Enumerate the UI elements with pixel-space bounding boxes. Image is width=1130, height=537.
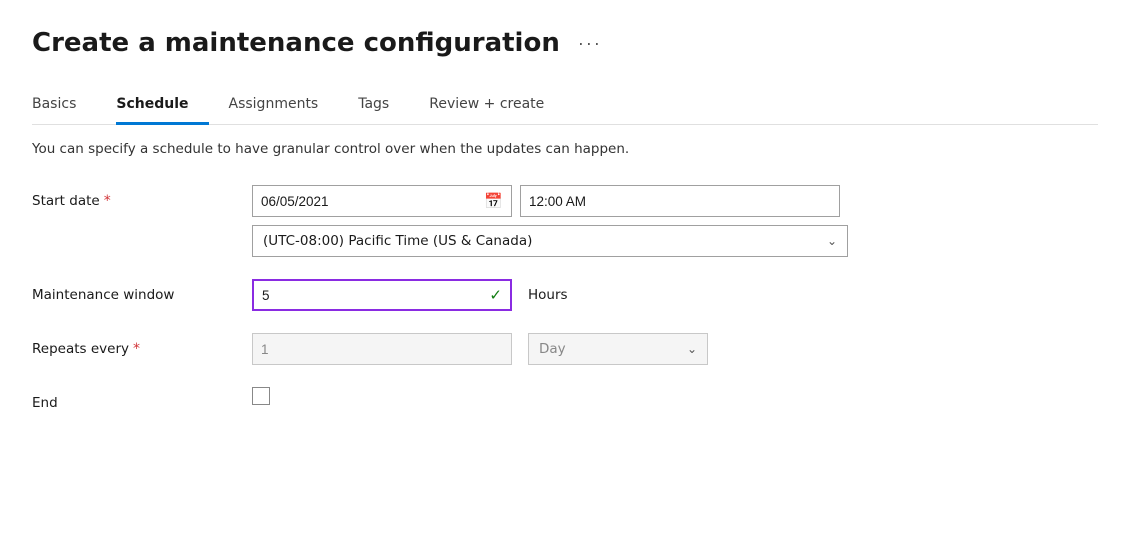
tab-tags[interactable]: Tags [358, 86, 409, 125]
repeats-unit-value: Day [539, 341, 566, 357]
repeats-every-controls: Day ⌄ [252, 333, 708, 365]
repeats-every-label: Repeats every * [32, 333, 252, 357]
start-date-time-row: 📅 [252, 185, 848, 217]
end-checkbox-wrapper [252, 387, 270, 405]
repeats-chevron-icon: ⌄ [687, 342, 697, 356]
tabs-nav: Basics Schedule Assignments Tags Review … [32, 86, 1098, 125]
end-controls [252, 387, 270, 405]
date-input[interactable] [253, 186, 476, 216]
repeats-every-input[interactable] [252, 333, 512, 365]
form-section: Start date * 📅 (UTC-08:00) Pacific Time … [32, 185, 1098, 411]
timezone-row: (UTC-08:00) Pacific Time (US & Canada) ⌄ [252, 225, 848, 257]
maintenance-window-input[interactable] [252, 279, 512, 311]
start-date-required-star: * [104, 193, 111, 209]
end-checkbox[interactable] [252, 387, 270, 405]
start-date-label: Start date * [32, 185, 252, 209]
start-date-controls: 📅 (UTC-08:00) Pacific Time (US & Canada)… [252, 185, 848, 257]
tab-review-create[interactable]: Review + create [429, 86, 564, 125]
repeats-every-row: Repeats every * Day ⌄ [32, 333, 1098, 365]
repeats-unit-dropdown[interactable]: Day ⌄ [528, 333, 708, 365]
maintenance-window-label: Maintenance window [32, 279, 252, 303]
start-date-row: Start date * 📅 (UTC-08:00) Pacific Time … [32, 185, 1098, 257]
page-title: Create a maintenance configuration [32, 28, 560, 58]
maintenance-window-row: Maintenance window ✓ Hours [32, 279, 1098, 311]
date-input-wrapper[interactable]: 📅 [252, 185, 512, 217]
tab-assignments[interactable]: Assignments [229, 86, 339, 125]
ellipsis-button[interactable]: ··· [572, 31, 608, 56]
time-input[interactable] [520, 185, 840, 217]
maintenance-input-wrapper: ✓ [252, 279, 512, 311]
end-row: End [32, 387, 1098, 411]
tab-basics[interactable]: Basics [32, 86, 96, 125]
repeats-every-input-row: Day ⌄ [252, 333, 708, 365]
timezone-value: (UTC-08:00) Pacific Time (US & Canada) [263, 233, 532, 249]
maintenance-window-controls: ✓ Hours [252, 279, 568, 311]
tab-schedule[interactable]: Schedule [116, 86, 208, 125]
timezone-dropdown[interactable]: (UTC-08:00) Pacific Time (US & Canada) ⌄ [252, 225, 848, 257]
maintenance-window-input-row: ✓ Hours [252, 279, 568, 311]
page-container: Create a maintenance configuration ··· B… [0, 0, 1130, 537]
chevron-down-icon: ⌄ [827, 234, 837, 248]
end-label: End [32, 387, 252, 411]
maintenance-window-unit: Hours [528, 287, 568, 303]
repeats-required-star: * [133, 341, 140, 357]
schedule-description: You can specify a schedule to have granu… [32, 141, 1098, 157]
page-header: Create a maintenance configuration ··· [32, 28, 1098, 58]
checkmark-icon: ✓ [489, 286, 502, 304]
calendar-icon[interactable]: 📅 [476, 192, 511, 210]
